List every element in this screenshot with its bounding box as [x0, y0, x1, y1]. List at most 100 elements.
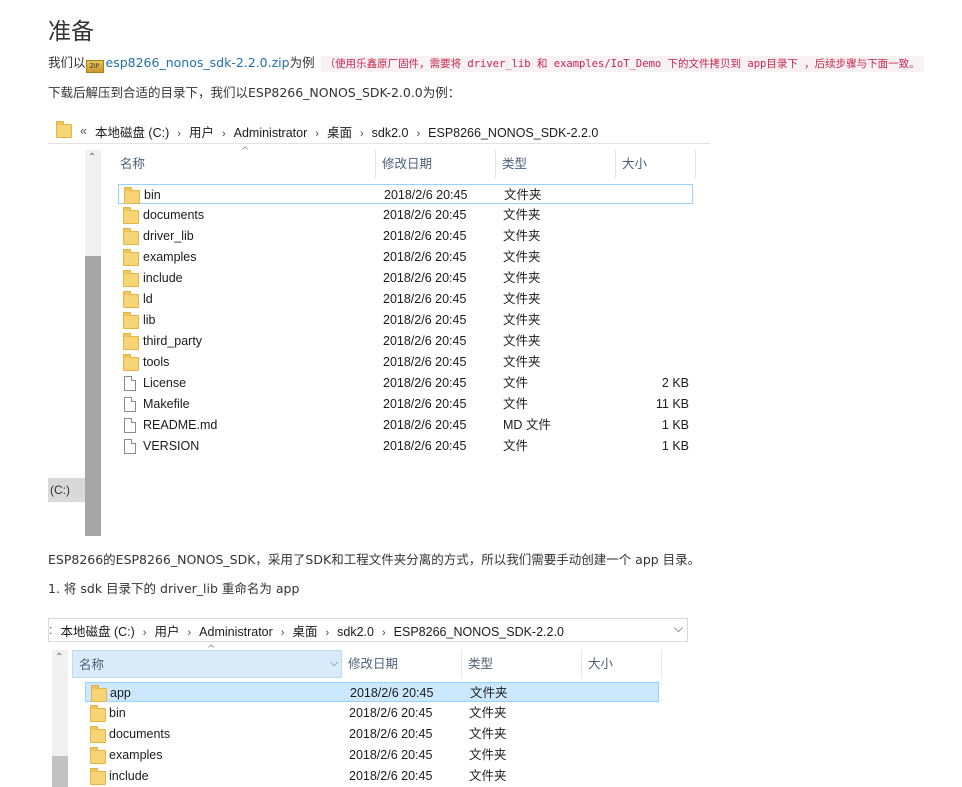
file-row[interactable]: include 2018/2/6 20:45 文件夹 — [118, 268, 693, 288]
file-date: 2018/2/6 20:45 — [349, 748, 433, 762]
breadcrumb-item[interactable]: ESP8266_NONOS_SDK-2.2.0 — [394, 625, 564, 639]
file-row[interactable]: documents 2018/2/6 20:45 文件夹 — [85, 724, 659, 744]
file-date: 2018/2/6 20:45 — [383, 355, 467, 369]
chevron-right-icon[interactable]: › — [143, 627, 147, 639]
file-type: 文件夹 — [469, 727, 507, 741]
chevron-right-icon[interactable]: › — [416, 128, 420, 140]
file-name: lib — [143, 313, 156, 327]
folder-icon — [56, 121, 72, 138]
breadcrumb-item[interactable]: ESP8266_NONOS_SDK-2.2.0 — [428, 126, 598, 140]
file-icon — [124, 418, 136, 433]
file-date: 2018/2/6 20:45 — [383, 334, 467, 348]
scroll-up-arrow-icon[interactable]: ⌃ — [88, 152, 96, 163]
column-type[interactable]: 类型 — [496, 150, 616, 178]
file-row[interactable]: Makefile 2018/2/6 20:45 文件 11 KB — [118, 394, 693, 414]
column-dropdown-icon[interactable]: ⌵ — [330, 657, 338, 670]
zip-file-icon: ZIP — [85, 60, 104, 73]
file-date: 2018/2/6 20:45 — [349, 706, 433, 720]
file-name: VERSION — [143, 439, 200, 453]
breadcrumb-overflow-icon[interactable]: : — [49, 623, 52, 637]
file-row[interactable]: documents 2018/2/6 20:45 文件夹 — [118, 205, 693, 225]
file-date: 2018/2/6 20:45 — [383, 397, 467, 411]
chevron-right-icon[interactable]: › — [177, 128, 181, 140]
file-type: 文件夹 — [503, 334, 541, 348]
breadcrumb-item[interactable]: Administrator — [199, 625, 273, 639]
file-row[interactable]: examples 2018/2/6 20:45 文件夹 — [118, 247, 693, 267]
inline-code-note: （使用乐鑫原厂固件，需要将 driver_lib 和 examples/IoT_… — [320, 56, 924, 72]
file-date: 2018/2/6 20:45 — [383, 250, 467, 264]
file-type: 文件夹 — [469, 706, 507, 720]
file-type: 文件夹 — [503, 208, 541, 222]
chevron-right-icon[interactable]: › — [187, 627, 191, 639]
file-row[interactable]: ld 2018/2/6 20:45 文件夹 — [118, 289, 693, 309]
file-name: third_party — [143, 334, 203, 348]
breadcrumb-item[interactable]: 桌面 — [327, 126, 352, 140]
column-name[interactable]: 名称 — [114, 150, 376, 178]
folder-icon — [90, 705, 106, 722]
step-1-instruction: 1. 将 sdk 目录下的 driver_lib 重命名为 app — [48, 581, 300, 596]
breadcrumb-item[interactable]: 本地磁盘 (C:) — [60, 625, 134, 639]
file-row[interactable]: VERSION 2018/2/6 20:45 文件 1 KB — [118, 436, 693, 456]
breadcrumb-item[interactable]: sdk2.0 — [372, 126, 409, 140]
file-row[interactable]: lib 2018/2/6 20:45 文件夹 — [118, 310, 693, 330]
file-date: 2018/2/6 20:45 — [384, 188, 468, 202]
breadcrumb-item[interactable]: 用户 — [154, 625, 179, 639]
file-row[interactable]: third_party 2018/2/6 20:45 文件夹 — [118, 331, 693, 351]
nav-pane-item-drive[interactable]: (C:) — [48, 478, 85, 502]
file-date: 2018/2/6 20:45 — [383, 313, 467, 327]
file-name: include — [143, 271, 183, 285]
folder-icon — [123, 270, 139, 287]
scrollbar-thumb[interactable] — [52, 756, 68, 787]
file-row[interactable]: bin 2018/2/6 20:45 文件夹 — [118, 184, 693, 204]
vertical-scrollbar[interactable]: ⌃ — [85, 150, 101, 536]
column-type[interactable]: 类型 — [462, 650, 582, 678]
file-name: documents — [109, 727, 171, 741]
folder-icon — [90, 768, 106, 785]
file-name: examples — [109, 748, 163, 762]
breadcrumb-item[interactable]: 桌面 — [292, 625, 317, 639]
file-type: 文件夹 — [503, 292, 541, 306]
address-bar[interactable]: : 本地磁盘 (C:) › 用户 › Administrator › 桌面 › sdk2.0 › E… — [48, 618, 688, 642]
folder-icon — [123, 291, 139, 308]
file-row[interactable]: bin 2018/2/6 20:45 文件夹 — [85, 703, 659, 723]
file-date: 2018/2/6 20:45 — [383, 271, 467, 285]
chevron-right-icon[interactable]: › — [315, 128, 319, 140]
scrollbar-thumb[interactable] — [85, 256, 101, 536]
breadcrumb-item[interactable]: 本地磁盘 (C:) — [95, 126, 169, 140]
column-name[interactable]: 名称 — [72, 650, 342, 678]
column-date[interactable]: 修改日期 — [376, 150, 496, 178]
unzip-instruction: 下载后解压到合适的目录下，我们以ESP8266_NONOS_SDK-2.0.0为… — [48, 85, 461, 100]
intro-line: 我们以 ZIP esp8266_nonos_sdk-2.2.0.zip为例 （使用乐鑫… — [48, 52, 924, 73]
file-row[interactable]: README.md 2018/2/6 20:45 MD 文件 1 KB — [118, 415, 693, 435]
vertical-scrollbar[interactable]: ⌃ — [52, 650, 68, 787]
chevron-right-icon[interactable]: › — [360, 128, 364, 140]
chevron-right-icon[interactable]: › — [325, 627, 329, 639]
breadcrumb-overflow-icon[interactable]: « — [80, 124, 87, 138]
breadcrumb-item[interactable]: sdk2.0 — [337, 625, 374, 639]
file-type: 文件夹 — [470, 686, 508, 700]
column-date[interactable]: 修改日期 — [342, 650, 462, 678]
breadcrumb-item[interactable]: Administrator — [234, 126, 308, 140]
file-date: 2018/2/6 20:45 — [349, 727, 433, 741]
file-type: 文件夹 — [503, 271, 541, 285]
column-size[interactable]: 大小 — [582, 650, 662, 678]
file-name: include — [109, 769, 149, 783]
sdk-download-link[interactable]: esp8266_nonos_sdk-2.2.0.zip — [106, 55, 290, 70]
file-row[interactable]: License 2018/2/6 20:45 文件 2 KB — [118, 373, 693, 393]
file-icon — [124, 397, 136, 412]
file-row[interactable]: app 2018/2/6 20:45 文件夹 — [85, 682, 659, 702]
file-row[interactable]: driver_lib 2018/2/6 20:45 文件夹 — [118, 226, 693, 246]
file-size: 2 KB — [661, 376, 689, 390]
chevron-right-icon[interactable]: › — [382, 627, 386, 639]
file-row[interactable]: include 2018/2/6 20:45 文件夹 — [85, 766, 659, 786]
file-row[interactable]: examples 2018/2/6 20:45 文件夹 — [85, 745, 659, 765]
chevron-right-icon[interactable]: › — [281, 627, 285, 639]
chevron-down-icon[interactable]: ⌵ — [674, 621, 683, 636]
chevron-right-icon[interactable]: › — [222, 128, 226, 140]
scroll-up-arrow-icon[interactable]: ⌃ — [55, 652, 63, 663]
file-row[interactable]: tools 2018/2/6 20:45 文件夹 — [118, 352, 693, 372]
page-title: 准备 — [48, 19, 94, 45]
address-bar[interactable]: « 本地磁盘 (C:) › 用户 › Administrator › 桌面 › sdk2.0 › E… — [48, 119, 710, 144]
column-size[interactable]: 大小 — [616, 150, 696, 178]
breadcrumb-item[interactable]: 用户 — [189, 126, 214, 140]
